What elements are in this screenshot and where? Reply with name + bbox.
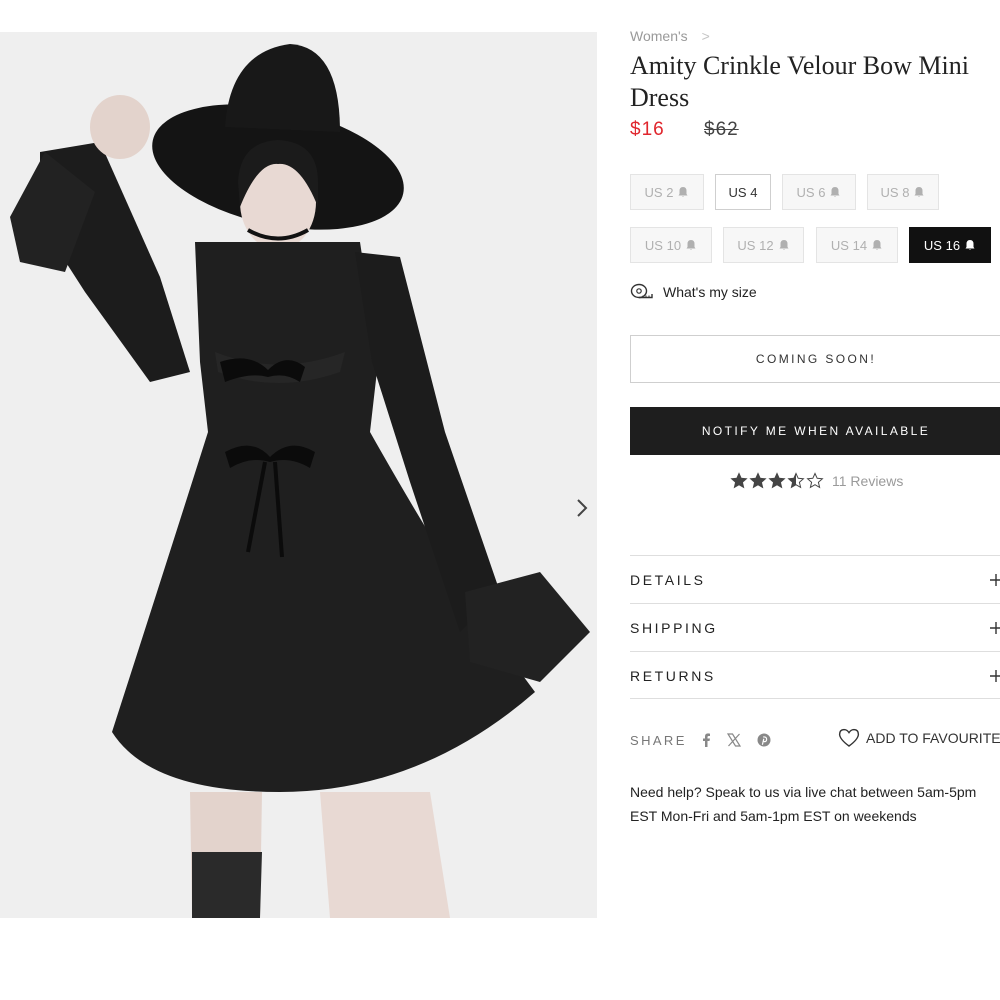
- stars-icon: [730, 472, 824, 489]
- accordion-label: DETAILS: [630, 571, 706, 588]
- original-price: $62: [704, 119, 739, 140]
- accordion-divider: [630, 698, 1000, 699]
- size-option-us8[interactable]: US 8: [867, 174, 939, 210]
- size-label: US 16: [923, 237, 961, 253]
- breadcrumb: Women's >: [630, 28, 710, 44]
- bell-icon: [830, 187, 840, 197]
- plus-icon: [990, 573, 1000, 586]
- product-photo-illustration: [10, 44, 590, 918]
- share-row: SHARE ADD TO FAVOURITES: [630, 728, 1000, 752]
- plus-icon: [990, 621, 1000, 634]
- accordion-details[interactable]: DETAILS: [630, 555, 1000, 603]
- notify-me-button[interactable]: NOTIFY ME WHEN AVAILABLE: [630, 407, 1000, 455]
- accordion-shipping[interactable]: SHIPPING: [630, 603, 1000, 651]
- favourites-label: ADD TO FAVOURITES: [866, 730, 1000, 746]
- size-option-us14[interactable]: US 14: [816, 227, 898, 263]
- breadcrumb-separator: >: [701, 28, 710, 44]
- review-summary[interactable]: 11 Reviews: [730, 472, 903, 490]
- accordion-label: RETURNS: [630, 667, 716, 684]
- facebook-icon[interactable]: [701, 733, 711, 747]
- bell-icon: [686, 240, 696, 250]
- x-icon[interactable]: [726, 733, 741, 747]
- size-label: US 6: [796, 184, 826, 200]
- review-count: 11 Reviews: [832, 473, 904, 489]
- accordion-returns[interactable]: RETURNS: [630, 651, 1000, 699]
- next-image-arrow[interactable]: [572, 494, 592, 522]
- sale-price: $16: [630, 119, 665, 140]
- size-label: US 4: [728, 184, 758, 200]
- coming-soon-label: COMING SOON!: [755, 352, 877, 366]
- add-to-favourites-button[interactable]: ADD TO FAVOURITES: [838, 728, 1000, 748]
- size-label: US 12: [737, 237, 774, 253]
- size-option-us6[interactable]: US 6: [782, 174, 856, 210]
- bell-icon: [965, 240, 975, 250]
- size-option-us16[interactable]: US 16: [909, 227, 991, 263]
- breadcrumb-link-womens[interactable]: Women's: [630, 28, 688, 44]
- bell-icon: [872, 240, 882, 250]
- pinterest-icon[interactable]: [757, 733, 771, 747]
- notify-me-label: NOTIFY ME WHEN AVAILABLE: [701, 424, 931, 438]
- heart-icon: [838, 728, 860, 747]
- share-label: SHARE: [630, 732, 687, 748]
- size-label: US 2: [644, 184, 674, 200]
- size-guide-link[interactable]: What's my size: [630, 283, 757, 301]
- size-label: US 8: [880, 184, 910, 200]
- product-info-panel: Women's > Amity Crinkle Velour Bow Mini D…: [630, 0, 1000, 1000]
- chevron-right-icon: [577, 499, 588, 517]
- bell-icon: [914, 187, 924, 197]
- size-option-us12[interactable]: US 12: [723, 227, 804, 263]
- size-option-us4[interactable]: US 4: [715, 174, 771, 210]
- size-guide-label: What's my size: [663, 284, 757, 300]
- size-option-us2[interactable]: US 2: [630, 174, 704, 210]
- bell-icon: [779, 240, 789, 250]
- bell-icon: [678, 187, 688, 197]
- product-image[interactable]: [0, 32, 597, 918]
- coming-soon-button[interactable]: COMING SOON!: [630, 335, 1000, 383]
- size-label: US 10: [644, 237, 682, 253]
- accordion-label: SHIPPING: [630, 619, 718, 636]
- star-rating: [730, 472, 826, 490]
- tape-measure-icon: [630, 283, 653, 299]
- product-title: Amity Crinkle Velour Bow Mini Dress: [630, 51, 969, 112]
- size-option-us10[interactable]: US 10: [630, 227, 712, 263]
- size-label: US 14: [830, 237, 868, 253]
- help-text: Need help? Speak to us via live chat bet…: [630, 784, 977, 824]
- plus-icon: [990, 669, 1000, 682]
